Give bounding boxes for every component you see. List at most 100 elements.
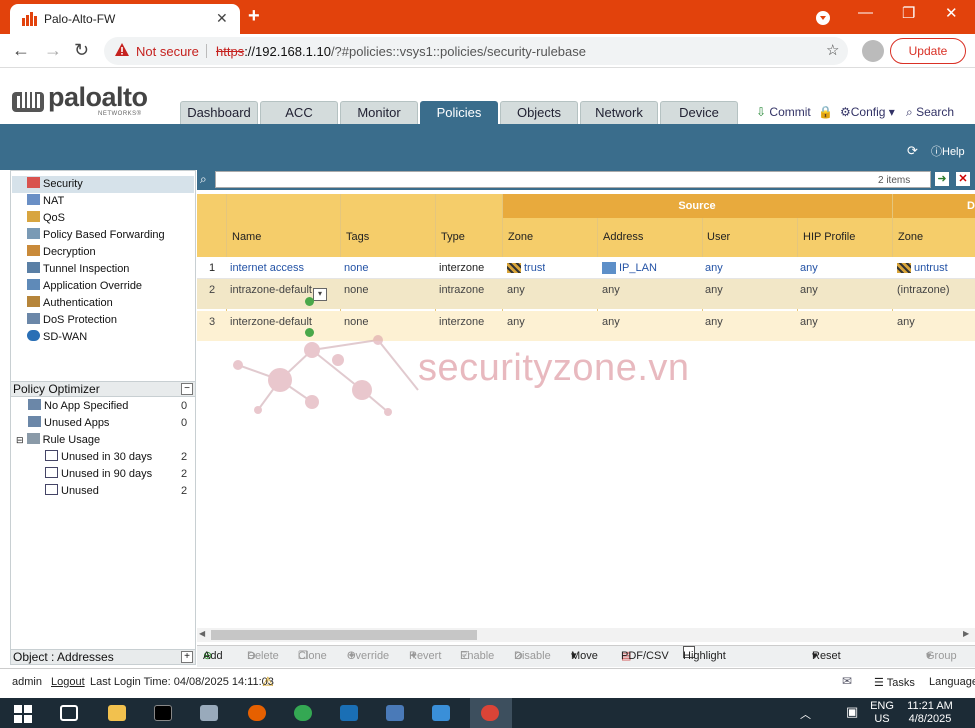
tasks-button[interactable]: ☰ Tasks [874, 676, 915, 689]
clock-time: 11:21 AM [907, 700, 953, 712]
source-zone[interactable]: trust [524, 257, 545, 279]
network-tray-icon[interactable]: ▣ [846, 704, 858, 720]
back-icon[interactable]: ← [12, 40, 30, 61]
object-addresses-header[interactable]: Object : Addresses + [11, 649, 195, 665]
col-hip-profile[interactable]: HIP Profile [803, 231, 855, 243]
app-icon[interactable] [200, 705, 218, 721]
optimizer-item-unused-30[interactable]: Unused in 30 days [45, 449, 152, 466]
help-button[interactable]: ⓘHelp [931, 143, 965, 159]
logo-text: paloalto [48, 82, 148, 112]
language-indicator[interactable]: ENG US [866, 700, 898, 726]
optimizer-item-unused[interactable]: Unused [45, 483, 99, 500]
sidebar-item-nat[interactable]: NAT [14, 193, 194, 210]
source-address[interactable]: IP_LAN [619, 257, 657, 279]
group-menu[interactable]: Group ▾ [926, 646, 957, 667]
task-view-icon[interactable] [60, 705, 78, 721]
tab-objects[interactable]: Objects [500, 101, 578, 124]
tab-monitor[interactable]: Monitor [340, 101, 418, 124]
new-tab-button[interactable]: + [248, 5, 260, 28]
address-bar[interactable]: Not secure https://192.168.1.10/?#polici… [104, 37, 848, 65]
filter-input[interactable] [215, 171, 931, 188]
sidebar-item-app-override[interactable]: Application Override [14, 278, 194, 295]
scroll-right-icon[interactable]: ▶ [963, 629, 969, 638]
rule-name[interactable]: internet access [230, 257, 304, 279]
col-source-user[interactable]: User [707, 231, 730, 243]
windows-start-icon[interactable] [14, 705, 32, 723]
optimizer-item-unused-apps[interactable]: Unused Apps [28, 415, 109, 432]
col-source-address[interactable]: Address [603, 231, 643, 243]
sidebar-item-tunnel-inspection[interactable]: Tunnel Inspection [14, 261, 194, 278]
expand-icon[interactable]: + [181, 651, 193, 663]
sidebar-item-dos-protection[interactable]: DoS Protection [14, 312, 194, 329]
dest-zone[interactable]: untrust [914, 257, 948, 279]
sidebar-item-security[interactable]: Security [12, 176, 194, 193]
sidebar-item-sd-wan[interactable]: SD-WAN [14, 329, 194, 346]
remote-desktop-icon[interactable] [432, 705, 450, 721]
sdwan-icon [27, 330, 40, 341]
optimizer-item-rule-usage[interactable]: ⊟ Rule Usage [16, 432, 100, 449]
authentication-icon [27, 296, 40, 307]
table-row[interactable]: 1 internet access none interzone trust I… [197, 257, 975, 279]
col-name[interactable]: Name [232, 231, 261, 243]
tab-acc[interactable]: ACC [260, 101, 338, 124]
policy-optimizer-header[interactable]: Policy Optimizer − [11, 381, 195, 397]
sidebar-item-pbf[interactable]: Policy Based Forwarding [14, 227, 194, 244]
tree-collapse-icon[interactable]: ⊟ [16, 435, 24, 445]
rule-dropdown-icon[interactable]: ▾ [313, 288, 327, 301]
chrome-icon[interactable] [294, 705, 312, 721]
firefox-icon[interactable] [248, 705, 266, 721]
collapse-icon[interactable]: − [181, 383, 193, 395]
table-row[interactable]: 2 intrazone-default ▾ none intrazone any… [197, 279, 975, 309]
col-source-zone[interactable]: Zone [508, 231, 533, 243]
tab-device[interactable]: Device [660, 101, 738, 124]
warning-status-icon[interactable]: ⚠ [262, 674, 274, 690]
pbf-icon [27, 228, 40, 239]
tab-network[interactable]: Network [580, 101, 658, 124]
window-close-icon[interactable]: ✕ [945, 4, 958, 22]
col-tags[interactable]: Tags [346, 231, 369, 243]
update-button[interactable]: Update [890, 38, 966, 64]
terminal-icon[interactable] [154, 705, 172, 721]
config-menu[interactable]: ⚙Config ▾ [840, 105, 895, 119]
logout-link[interactable]: Logout [51, 676, 85, 688]
bookmark-star-icon[interactable]: ☆ [826, 41, 839, 59]
close-tab-icon[interactable]: ✕ [216, 10, 228, 27]
optimizer-item-unused-90[interactable]: Unused in 90 days [45, 466, 152, 483]
move-menu[interactable]: Move ▾ [571, 646, 598, 667]
row-number: 2 [209, 284, 216, 296]
optimizer-item-label: Unused in 90 days [61, 468, 153, 480]
mail-icon[interactable]: ✉ [842, 674, 852, 688]
reset-hit-counter-menu[interactable]: Reset Rule Hit Counter ▾ [812, 646, 851, 704]
wireshark-icon[interactable] [340, 705, 358, 721]
tab-dashboard[interactable]: Dashboard [180, 101, 258, 124]
restore-icon[interactable]: ❐ [902, 4, 915, 22]
scrollbar-thumb[interactable] [211, 630, 477, 640]
profile-dropdown-icon[interactable] [815, 10, 831, 26]
scroll-left-icon[interactable]: ◀ [199, 629, 205, 638]
browser-tab[interactable]: Palo-Alto-FW ✕ [10, 4, 240, 34]
tab-policies[interactable]: Policies [420, 101, 498, 124]
col-dest-zone[interactable]: Zone [898, 231, 923, 243]
sidebar-item-qos[interactable]: QoS [14, 210, 194, 227]
url-text[interactable]: https://192.168.1.10/?#policies::vsys1::… [216, 44, 586, 59]
commit-link[interactable]: ⇩ Commit [756, 105, 811, 119]
lock-icon[interactable]: 🔒 [818, 105, 833, 119]
profile-avatar[interactable] [862, 40, 884, 62]
language-button[interactable]: Language [929, 676, 975, 688]
apply-filter-icon[interactable]: ➜ [935, 172, 949, 186]
clear-filter-icon[interactable]: ✕ [956, 172, 970, 186]
minimize-icon[interactable]: — [858, 4, 873, 21]
col-type[interactable]: Type [441, 231, 465, 243]
network-app-icon[interactable] [386, 705, 404, 721]
file-explorer-icon[interactable] [108, 705, 126, 721]
refresh-icon[interactable]: ⟳ [907, 143, 918, 159]
forward-icon[interactable]: → [44, 40, 62, 61]
rule-name[interactable]: intrazone-default [230, 279, 312, 301]
sidebar-item-authentication[interactable]: Authentication [14, 295, 194, 312]
taskbar-clock[interactable]: 11:21 AM 4/8/2025 [900, 700, 960, 726]
tray-chevron-icon[interactable]: ︿ [800, 706, 811, 722]
search-link[interactable]: ⌕ Search [906, 105, 954, 120]
sidebar-item-decryption[interactable]: Decryption [14, 244, 194, 261]
reload-icon[interactable]: ↻ [74, 40, 89, 61]
optimizer-item-no-app[interactable]: No App Specified [28, 398, 128, 415]
